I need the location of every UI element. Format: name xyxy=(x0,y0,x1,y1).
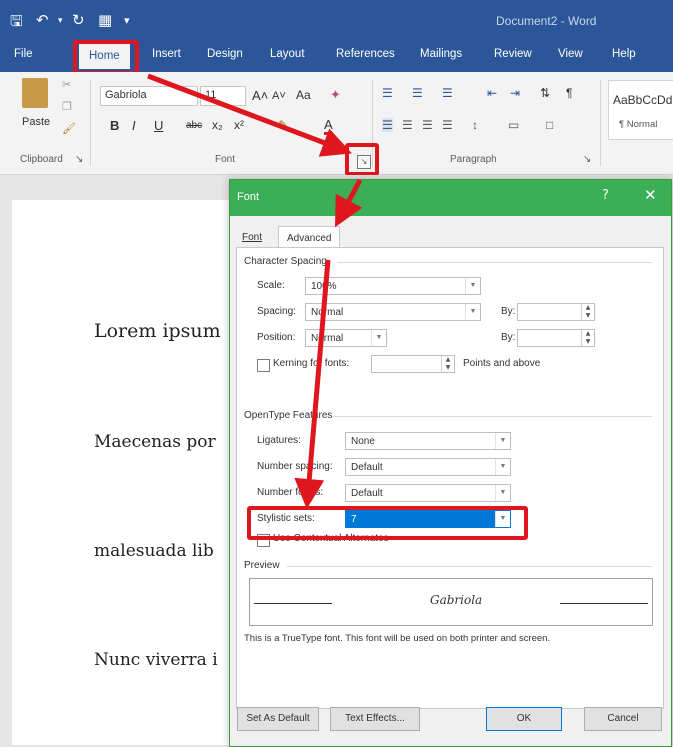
annotation-arrows xyxy=(147,73,363,509)
arrow-to-launcher xyxy=(147,73,353,157)
arrow-to-stylistic-sets xyxy=(294,259,331,509)
arrow-to-advanced-tab xyxy=(334,178,363,228)
